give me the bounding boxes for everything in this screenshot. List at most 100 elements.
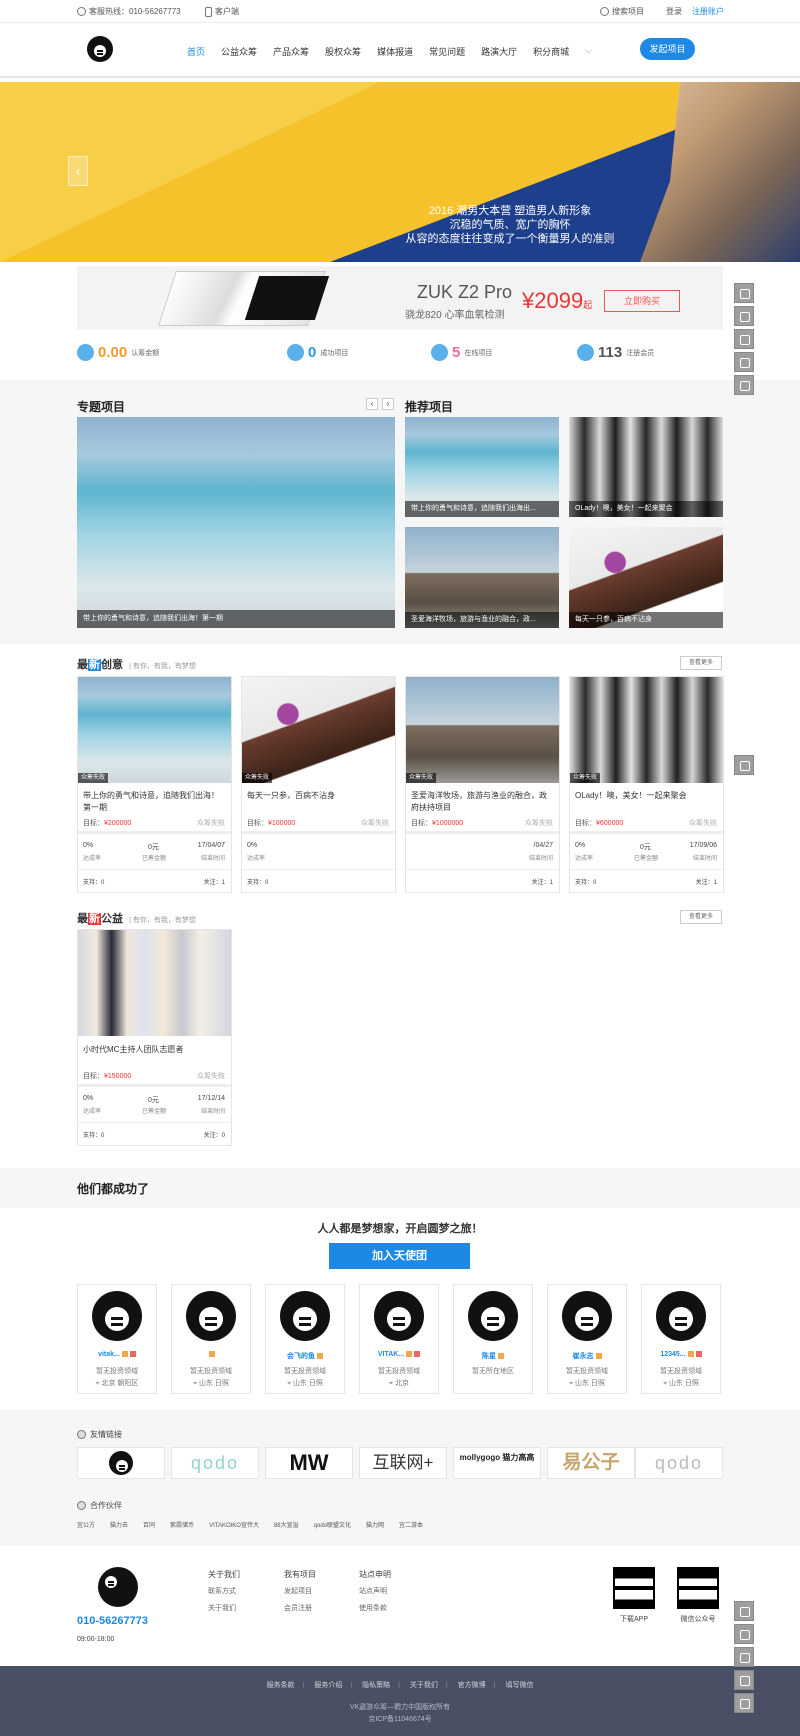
partner-link[interactable]: 百同: [143, 1520, 155, 1529]
title-highlight: 新: [88, 659, 101, 671]
nav-media[interactable]: 媒体报道: [377, 45, 413, 58]
buy-now-button[interactable]: 立即购买: [604, 290, 680, 312]
nav-product[interactable]: 产品众筹: [273, 45, 309, 58]
project-card[interactable]: 小时代MC主持人团队志愿者 目标：¥150000 众筹失败 0% 达成率 0元 …: [77, 929, 232, 1146]
phone-icon[interactable]: [734, 755, 754, 775]
client-link[interactable]: 客户端: [205, 6, 239, 17]
site-logo[interactable]: [87, 36, 113, 62]
member-card[interactable]: 陈星 暂无所在地区: [453, 1284, 533, 1394]
footer-bottom-link[interactable]: 隐私策略: [362, 1682, 390, 1689]
recommend-card[interactable]: 圣爱海洋牧场，旅游与渔业的融合，政...: [405, 527, 559, 628]
member-location-text: 山东 日照: [198, 1380, 229, 1387]
prev-slide-button[interactable]: ‹: [68, 156, 88, 186]
footer-links: 服务条款 | 服务介绍 | 隐私策略 | 关于我们 | 官方微博 | 填写微信: [266, 1682, 534, 1689]
raised-label: 已筹金额: [142, 856, 167, 862]
footer-link[interactable]: 关于我们: [208, 1600, 240, 1617]
friend-link[interactable]: qodo: [635, 1447, 723, 1479]
prev-arrow-button[interactable]: ‹: [366, 398, 378, 410]
footer-link[interactable]: 联系方式: [208, 1583, 240, 1600]
project-card[interactable]: 众筹失败 OLady！噢，美女！一起来聚会 目标：¥600000 众筹失败 0%…: [569, 676, 724, 893]
join-angel-button[interactable]: 加入天使团: [329, 1243, 470, 1269]
footer-bottom-link[interactable]: 填写微信: [505, 1682, 533, 1689]
goal-value: ¥100000: [268, 820, 296, 827]
partner-link[interactable]: 88大宣溢: [274, 1520, 299, 1529]
link-icon: [77, 1430, 86, 1439]
member-card[interactable]: 会飞的鱼 暂无投资领域 ⌖ 山东 日照: [265, 1284, 345, 1394]
member-name: 崔永志: [548, 1351, 626, 1361]
partner-link[interactable]: 宜公方: [77, 1520, 95, 1529]
footer-link[interactable]: 发起项目: [284, 1583, 316, 1600]
project-card[interactable]: 众筹失败 每天一只参，百病不沾身 目标：¥100000 众筹失败 0% 达成率 …: [241, 676, 396, 893]
checklist-icon[interactable]: [734, 375, 754, 395]
member-card[interactable]: VITAK... 暂无投资领域 ⌖ 北京: [359, 1284, 439, 1394]
member-name: [172, 1351, 250, 1358]
app-qr-code: [613, 1567, 655, 1609]
member-card[interactable]: 暂无投资领域 ⌖ 山东 日照: [171, 1284, 251, 1394]
partner-link[interactable]: 宜二游本: [399, 1520, 423, 1529]
friend-link[interactable]: MW: [265, 1447, 353, 1479]
charity-more-button[interactable]: 查看更多: [680, 910, 722, 924]
checklist-icon[interactable]: [734, 1693, 754, 1713]
success-title: 他们都成功了: [77, 1182, 150, 1196]
partner-link[interactable]: 猫力去: [110, 1520, 128, 1529]
online-icon: [431, 344, 448, 361]
register-link[interactable]: 注册账户: [692, 6, 724, 17]
hero-banner[interactable]: ‹ 2016 潮男大本营 塑造男人新形象 沉稳的气质、宽广的胸怀 从容的态度往往…: [0, 82, 800, 262]
friend-link[interactable]: [77, 1447, 165, 1479]
phone-icon[interactable]: [734, 329, 754, 349]
recommend-card[interactable]: 每天一只参，百病不沾身: [569, 527, 723, 628]
nav-equity[interactable]: 股权众筹: [325, 45, 361, 58]
footer-bottom-link[interactable]: 服务条款: [267, 1682, 295, 1689]
nav-faq[interactable]: 常见问题: [429, 45, 465, 58]
qq-icon[interactable]: [734, 306, 754, 326]
rate-label: 达成率: [247, 856, 266, 862]
partner-link[interactable]: VITAKOIKO宣传大: [209, 1520, 259, 1529]
partner-link[interactable]: qodo联盟文化: [314, 1520, 351, 1529]
nav-home[interactable]: 首页: [187, 45, 205, 58]
edit-icon[interactable]: [734, 1670, 754, 1690]
recommend-card[interactable]: OLady！噢，美女！一起来聚会: [569, 417, 723, 517]
nav-mall[interactable]: 积分商城: [533, 45, 569, 58]
partner-link[interactable]: 紫霞储币: [170, 1520, 194, 1529]
friend-link[interactable]: qodo: [171, 1447, 259, 1479]
phone-icon[interactable]: [734, 1647, 754, 1667]
recommend-card[interactable]: 带上你的勇气和诗意，追随我们出海出...: [405, 417, 559, 517]
friend-link[interactable]: 互联网+: [359, 1447, 447, 1479]
footer-link[interactable]: 会员注册: [284, 1600, 316, 1617]
rate-value: 0%: [83, 842, 94, 849]
end-date-label: 结束时间: [200, 856, 225, 862]
next-arrow-button[interactable]: ›: [382, 398, 394, 410]
member-card[interactable]: 崔永志 暂无投资领域 ⌖ 山东 日照: [547, 1284, 627, 1394]
qq-icon[interactable]: [734, 1624, 754, 1644]
project-goal: 目标：¥150000: [83, 1071, 131, 1081]
member-card[interactable]: 12345... 暂无投资领域 ⌖ 山东 日照: [641, 1284, 721, 1394]
qr-code-icon[interactable]: [734, 1601, 754, 1621]
ad-banner[interactable]: ZUK Z2 Pro 骁龙820 心率血氧检测 ¥2099起 立即购买: [77, 266, 723, 330]
footer-bottom-link[interactable]: 服务介绍: [314, 1682, 342, 1689]
footer-bottom-link[interactable]: 官方微博: [458, 1682, 486, 1689]
main-nav: 首页 公益众筹 产品众筹 股权众筹 媒体报道 常见问题 路演大厅 积分商城 ⌵: [187, 45, 608, 58]
partner-link[interactable]: 猫力网: [366, 1520, 384, 1529]
launch-project-button[interactable]: 发起项目: [640, 38, 695, 60]
chevron-down-icon[interactable]: ⌵: [585, 45, 592, 58]
project-card[interactable]: 众筹失败 带上你的勇气和诗意，追随我们出海！第一期 目标：¥200000 众筹失…: [77, 676, 232, 893]
friend-link[interactable]: 易公子: [547, 1447, 635, 1479]
featured-main-card[interactable]: 带上你的勇气和诗意，追随我们出海！第一期: [77, 417, 395, 628]
project-card[interactable]: 众筹失败 圣爱海洋牧场，旅游与渔业的融合，政府扶持项目 目标：¥1000000 …: [405, 676, 560, 893]
friend-link[interactable]: mollygogo 猫力高高: [453, 1447, 541, 1479]
banner-line: 从容的态度往往变成了一个衡量男人的准则: [405, 233, 615, 245]
footer-link[interactable]: 站点声明: [359, 1583, 391, 1600]
search-link[interactable]: 搜索项目: [600, 6, 644, 17]
member-card[interactable]: vitak... 暂无投资领域 ⌖ 北京 朝阳区: [77, 1284, 157, 1394]
edit-icon[interactable]: [734, 352, 754, 372]
nav-charity[interactable]: 公益众筹: [221, 45, 257, 58]
footer-bottom-link[interactable]: 关于我们: [410, 1682, 438, 1689]
goal-label: 目标：: [83, 1073, 104, 1080]
qr-code-icon[interactable]: [734, 283, 754, 303]
client-text: 客户端: [215, 7, 239, 16]
footer-logo: [98, 1567, 138, 1607]
footer-link[interactable]: 使用条款: [359, 1600, 391, 1617]
login-link[interactable]: 登录: [666, 6, 682, 17]
nav-roadshow[interactable]: 路演大厅: [481, 45, 517, 58]
creative-more-button[interactable]: 查看更多: [680, 656, 722, 670]
